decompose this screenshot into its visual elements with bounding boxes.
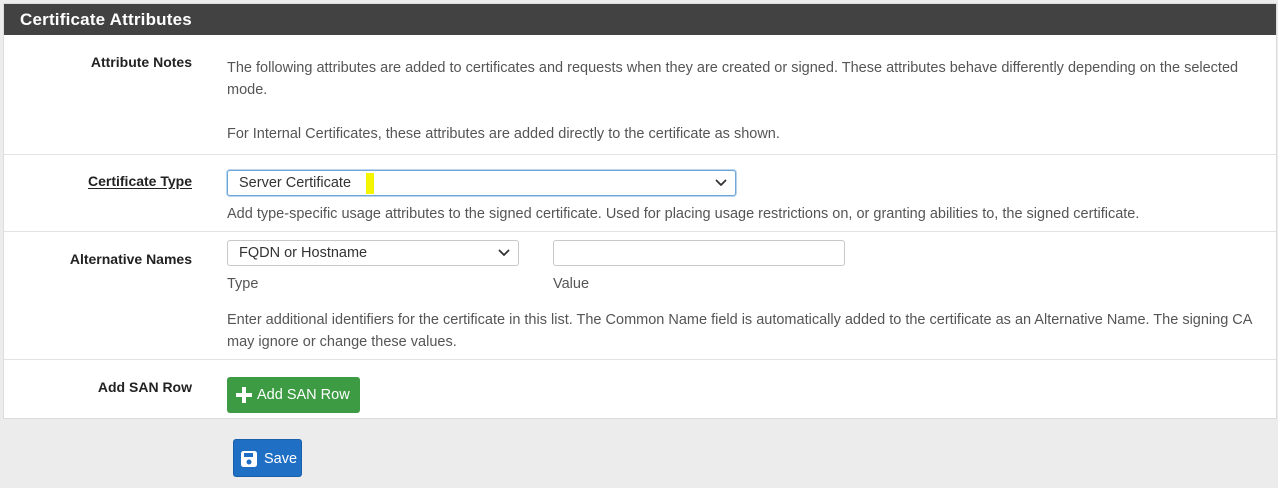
save-button-label: Save xyxy=(264,451,298,467)
add-san-row-button-label: Add SAN Row xyxy=(257,387,350,403)
attribute-notes-row: Attribute Notes The following attributes… xyxy=(4,35,1276,154)
san-value-label: Value xyxy=(553,276,590,292)
save-button[interactable]: Save xyxy=(233,439,302,477)
alternative-names-row: Alternative Names FQDN or Hostname Type … xyxy=(4,231,1276,359)
add-san-row: Add SAN Row Add SAN Row xyxy=(4,359,1276,419)
text-highlight-marker xyxy=(366,173,374,194)
san-type-selected: FQDN or Hostname xyxy=(239,245,368,261)
certificate-type-select[interactable]: Server Certificate xyxy=(227,170,736,196)
attribute-notes-text-2: For Internal Certificates, these attribu… xyxy=(227,126,780,142)
floppy-disk-icon xyxy=(241,451,257,467)
attribute-notes-text-1: The following attributes are added to ce… xyxy=(227,60,1239,98)
certificate-attributes-panel: Certificate Attributes Attribute Notes T… xyxy=(3,3,1277,419)
certificate-type-help: Add type-specific usage attributes to th… xyxy=(227,206,1140,222)
san-type-label: Type xyxy=(227,276,259,292)
panel-title: Certificate Attributes xyxy=(4,4,1276,35)
certificate-type-row: Certificate Type Server Certificate Add … xyxy=(4,154,1276,231)
san-value-input[interactable] xyxy=(553,240,845,266)
add-san-row-label: Add SAN Row xyxy=(97,379,192,395)
chevron-down-icon xyxy=(498,249,510,256)
san-type-select[interactable]: FQDN or Hostname xyxy=(227,240,519,266)
alternative-names-help: Enter additional identifiers for the cer… xyxy=(227,312,1252,350)
plus-icon xyxy=(236,387,252,403)
certificate-type-label[interactable]: Certificate Type xyxy=(88,173,192,189)
chevron-down-icon xyxy=(715,179,727,186)
add-san-row-button[interactable]: Add SAN Row xyxy=(227,377,360,413)
certificate-type-selected: Server Certificate xyxy=(239,175,352,191)
alternative-names-label: Alternative Names xyxy=(69,251,192,267)
attribute-notes-label: Attribute Notes xyxy=(90,54,192,70)
